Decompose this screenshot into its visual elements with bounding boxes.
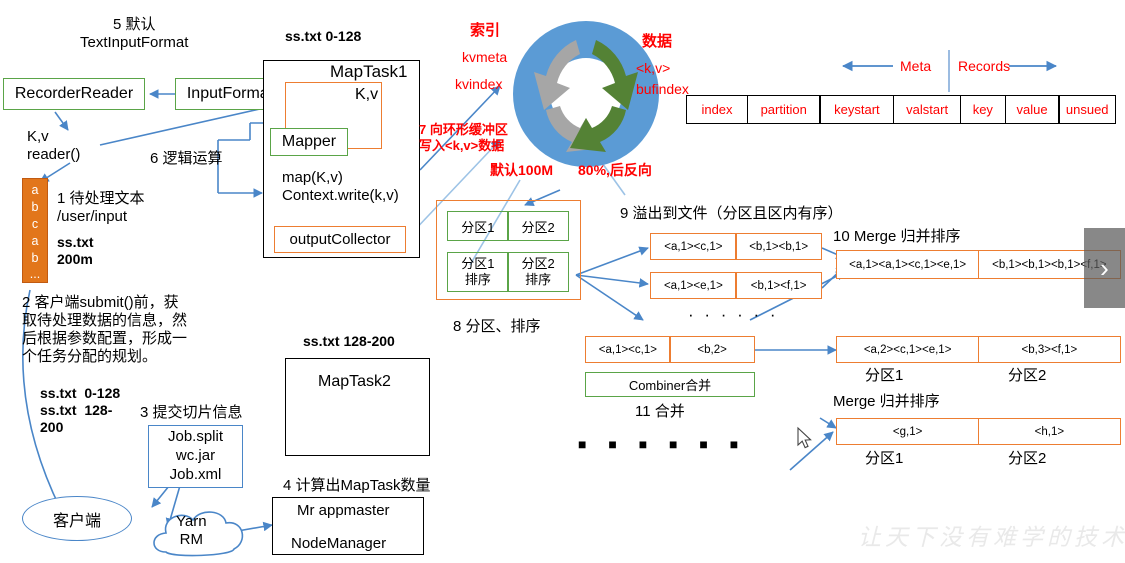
map-call-label: map(K,v) Context.write(k,v) bbox=[282, 169, 399, 204]
partition-row-2[interactable]: 分区1 排序 分区2 排序 bbox=[447, 252, 569, 292]
partition-cell: 分区2 bbox=[507, 211, 569, 241]
merge-right1-label-2: 分区2 bbox=[1008, 367, 1047, 384]
yarn-rm-cloud[interactable]: Yarn RM bbox=[148, 508, 258, 558]
combiner-box[interactable]: Combiner合并 bbox=[585, 372, 755, 397]
step3-label: 3 提交切片信息 bbox=[140, 404, 243, 421]
merge10-row[interactable]: <a,1><a,1><c,1><e,1> <b,1><b,1><b,1><f,1… bbox=[836, 250, 1121, 279]
block-letter: c bbox=[31, 216, 39, 231]
step10-caption: 10 Merge 归并排序 bbox=[833, 228, 961, 245]
merge-right2-caption: Merge 归并排序 bbox=[833, 393, 940, 410]
meta-col-keystart: keystart bbox=[819, 95, 895, 124]
block-letter: b bbox=[31, 250, 39, 265]
maptask2-caption: ss.txt 128-200 bbox=[303, 333, 395, 349]
spill-cell: <a,1><c,1> bbox=[650, 233, 737, 260]
splits-label: ss.txt 0-128 ss.txt 128- 200 bbox=[40, 385, 121, 435]
step6-label: 6 逻辑运算 bbox=[150, 150, 223, 167]
ring-default-size-label: 默认100M bbox=[490, 162, 554, 178]
node-manager-label: NodeManager bbox=[291, 535, 387, 552]
partition-cell: 分区1 bbox=[447, 211, 509, 241]
merge-right2-cell: <h,1> bbox=[977, 418, 1121, 445]
mapper-box[interactable]: Mapper bbox=[270, 128, 348, 156]
merge-right1-cell: <a,2><c,1><e,1> bbox=[836, 336, 980, 363]
yarn-rm-label: Yarn RM bbox=[176, 513, 207, 548]
ring-index-title: 索引 bbox=[470, 22, 501, 39]
meta-col-partition: partition bbox=[746, 95, 821, 124]
meta-col-unsued: unsued bbox=[1058, 95, 1117, 124]
mouse-cursor bbox=[797, 426, 816, 457]
output-collector-box[interactable]: outputCollector bbox=[274, 226, 406, 253]
kvindex-label: kvindex bbox=[455, 76, 503, 92]
step1-label: 1 待处理文本 /user/input bbox=[57, 190, 145, 225]
step7-label: 7 向环形缓冲区 写入<k,v>数据 bbox=[419, 122, 508, 153]
next-slide-button[interactable]: › bbox=[1084, 228, 1125, 308]
partition-row-1[interactable]: 分区1 分区2 bbox=[447, 211, 569, 241]
kv-reader-label: K,v reader() bbox=[27, 128, 81, 163]
meta-col-value: value bbox=[1004, 95, 1060, 124]
merge-right2-label-1: 分区1 bbox=[865, 450, 904, 467]
maptask1-caption: ss.txt 0-128 bbox=[285, 28, 362, 44]
block-letter: a bbox=[31, 183, 39, 197]
file-name-label: ss.txt 200m bbox=[57, 234, 94, 267]
step8-caption: 8 分区、排序 bbox=[453, 318, 541, 335]
step9-caption: 9 溢出到文件（分区且区内有序） bbox=[620, 205, 843, 222]
meta-col-index: index bbox=[686, 95, 748, 124]
records-label: Records bbox=[958, 58, 1011, 74]
spill-file-1[interactable]: <a,1><c,1> <b,1><b,1> bbox=[650, 233, 822, 260]
bufindex-label: bufindex bbox=[636, 81, 689, 97]
block-letter: b bbox=[31, 199, 39, 214]
maptask1-title: MapTask1 bbox=[330, 62, 408, 81]
merge-right2-row[interactable]: <g,1> <h,1> bbox=[836, 418, 1121, 445]
merge-right2-label-2: 分区2 bbox=[1008, 450, 1047, 467]
ring-kv-label: <k,v> bbox=[636, 60, 671, 76]
mr-appmaster-label: Mr appmaster bbox=[297, 502, 390, 519]
merge10-cell: <a,1><a,1><c,1><e,1> bbox=[836, 250, 980, 279]
block-letter: ... bbox=[29, 267, 41, 282]
client-node[interactable]: 客户端 bbox=[22, 496, 132, 541]
partition-sorted-cell: 分区2 排序 bbox=[507, 252, 569, 292]
step5-label: 5 默认 TextInputFormat bbox=[80, 16, 189, 51]
merge-right2-cell: <g,1> bbox=[836, 418, 980, 445]
combine-cell: <a,1><c,1> bbox=[585, 336, 671, 363]
diagram-canvas: 5 默认 TextInputFormat RecorderReader Inpu… bbox=[0, 0, 1125, 558]
watermark: 让天下没有难学的技术 bbox=[858, 525, 1125, 550]
combine-row[interactable]: <a,1><c,1> <b,2> bbox=[585, 336, 755, 363]
input-text-block: a b c a b ... bbox=[22, 178, 48, 283]
kvmeta-label: kvmeta bbox=[462, 49, 508, 65]
step11-caption: 11 合并 bbox=[635, 403, 685, 420]
chevron-right-icon: › bbox=[1100, 253, 1109, 283]
block-letter: a bbox=[31, 233, 39, 248]
spill-cell: <b,1><b,1> bbox=[735, 233, 822, 260]
merge-right1-label-1: 分区1 bbox=[865, 367, 904, 384]
merge-right1-cell: <b,3><f,1> bbox=[977, 336, 1121, 363]
recorder-reader-box[interactable]: RecorderReader bbox=[3, 78, 145, 110]
kv-label: K,v bbox=[355, 86, 379, 103]
spill-cell: <b,1><f,1> bbox=[735, 272, 822, 299]
job-files-box[interactable]: Job.split wc.jar Job.xml bbox=[148, 425, 243, 488]
step2-label: 2 客户端submit()前，获 取待处理数据的信息，然 后根据参数配置，形成一… bbox=[22, 294, 188, 365]
combine-cell: <b,2> bbox=[669, 336, 755, 363]
meta-col-key: key bbox=[959, 95, 1006, 124]
meta-records-table[interactable]: index partition keystart valstart key va… bbox=[686, 95, 1121, 124]
meta-label: Meta bbox=[900, 58, 932, 74]
bottom-ellipsis: ■ ■ ■ ■ ■ ■ bbox=[578, 436, 748, 452]
partition-sorted-cell: 分区1 排序 bbox=[447, 252, 509, 292]
spill-ellipsis: · · · · · · bbox=[688, 305, 779, 324]
spill-cell: <a,1><e,1> bbox=[650, 272, 737, 299]
ring-data-title: 数据 bbox=[642, 33, 673, 50]
spill-file-2[interactable]: <a,1><e,1> <b,1><f,1> bbox=[650, 272, 822, 299]
step4-label: 4 计算出MapTask数量 bbox=[283, 477, 431, 494]
merge-right1-row[interactable]: <a,2><c,1><e,1> <b,3><f,1> bbox=[836, 336, 1121, 363]
maptask2-title: MapTask2 bbox=[318, 373, 391, 390]
ring-threshold-label: 80%,后反向 bbox=[578, 162, 652, 178]
meta-col-valstart: valstart bbox=[893, 95, 962, 124]
